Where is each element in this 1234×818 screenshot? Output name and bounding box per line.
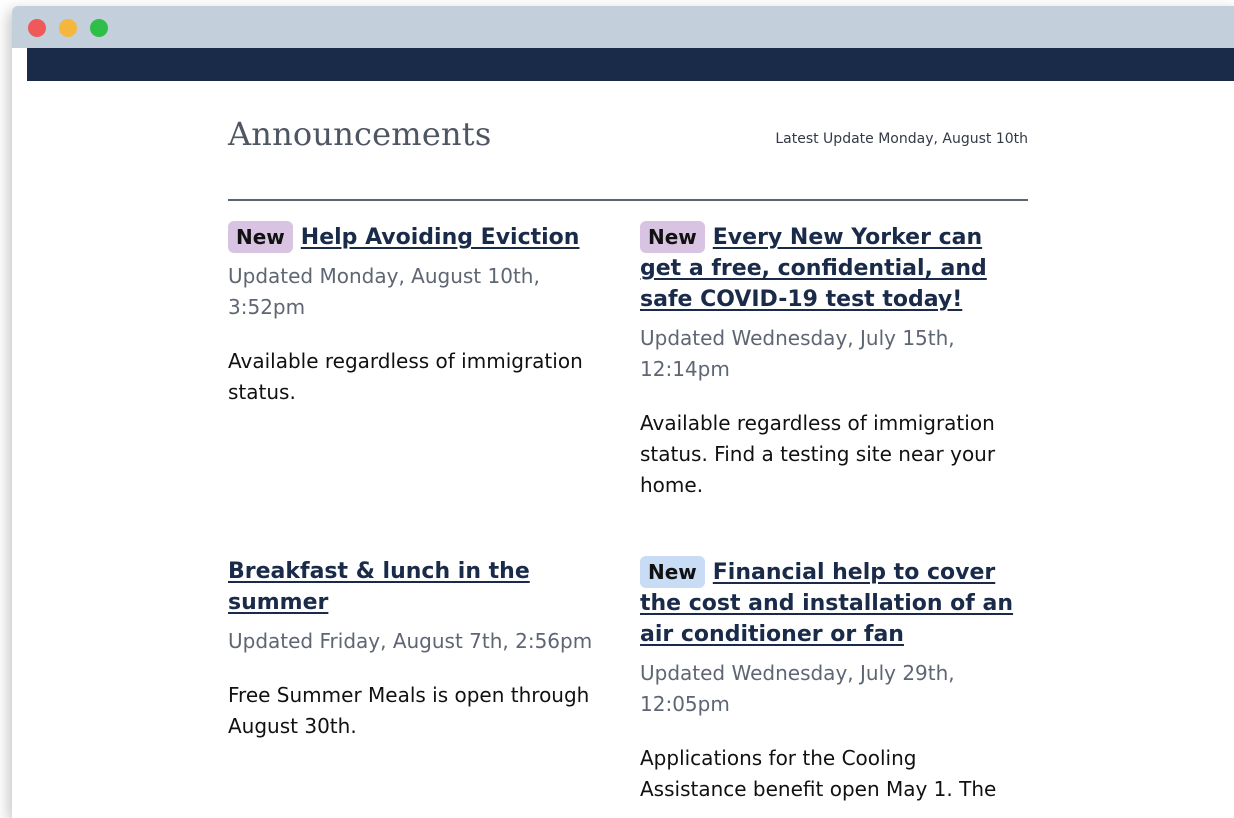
announcement-description: Free Summer Meals is open through August… xyxy=(228,683,590,738)
announcement-card: New Financial help to cover the cost and … xyxy=(640,556,1025,805)
minimize-window-icon[interactable] xyxy=(59,19,77,37)
page-title: Announcements xyxy=(228,115,492,153)
announcement-description: Available regardless of immigration stat… xyxy=(640,411,996,497)
announcement-title: New Financial help to cover the cost and … xyxy=(640,556,1025,650)
top-navbar xyxy=(27,48,1234,81)
latest-update-text: Latest Update Monday, August 10th xyxy=(775,131,1028,147)
announcement-link[interactable]: Breakfast & lunch in the summer xyxy=(228,559,530,615)
page-content: Announcements Latest Update Monday, Augu… xyxy=(27,48,1234,818)
maximize-window-icon[interactable] xyxy=(90,19,108,37)
announcement-description: Available regardless of immigration stat… xyxy=(228,349,583,404)
announcement-updated: Updated Wednesday, July 29th, 12:05pm xyxy=(640,661,955,716)
announcement-updated: Updated Wednesday, July 15th, 12:14pm xyxy=(640,326,955,381)
close-window-icon[interactable] xyxy=(28,19,46,37)
announcements-section: Announcements Latest Update Monday, Augu… xyxy=(228,81,1028,801)
announcement-card: New Help Avoiding Eviction Updated Monday… xyxy=(228,221,613,408)
announcement-updated: Updated Monday, August 10th, 3:52pm xyxy=(228,264,540,319)
announcement-link[interactable]: Help Avoiding Eviction xyxy=(301,225,580,250)
announcement-card: Breakfast & lunch in the summer Updated … xyxy=(228,556,613,742)
announcement-description: Applications for the Cooling Assistance … xyxy=(640,746,997,801)
new-badge: New xyxy=(640,556,705,588)
announcement-card: New Every New Yorker can get a free, conf… xyxy=(640,221,1025,501)
announcement-updated: Updated Friday, August 7th, 2:56pm xyxy=(228,629,593,653)
announcement-title: Breakfast & lunch in the summer xyxy=(228,556,613,618)
announcements-header: Announcements Latest Update Monday, Augu… xyxy=(228,81,1028,201)
announcement-title: New Help Avoiding Eviction xyxy=(228,221,613,253)
announcement-title: New Every New Yorker can get a free, conf… xyxy=(640,221,1025,315)
new-badge: New xyxy=(640,221,705,253)
browser-window: Announcements Latest Update Monday, Augu… xyxy=(12,6,1234,818)
new-badge: New xyxy=(228,221,293,253)
window-titlebar xyxy=(12,6,1234,48)
